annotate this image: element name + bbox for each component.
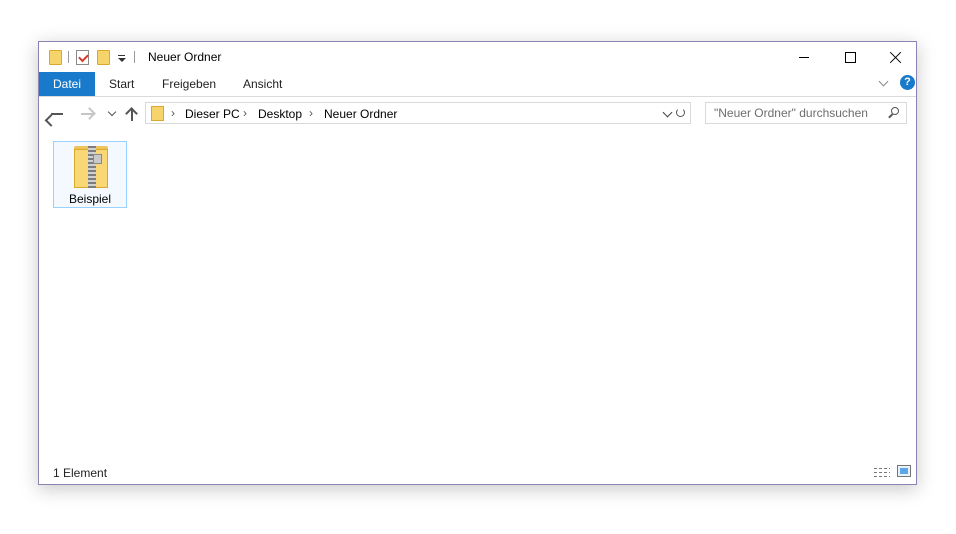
breadcrumb-dieser-pc[interactable]: Dieser PC <box>185 107 240 121</box>
navigation-bar: › Dieser PC › Desktop › Neuer Ordner <box>39 97 916 131</box>
item-count: 1 Element <box>53 466 108 480</box>
expand-ribbon-chevron-icon[interactable] <box>879 78 889 88</box>
customize-toolbar-dropdown-icon[interactable] <box>116 50 128 64</box>
file-item[interactable]: Beispiel <box>53 141 127 208</box>
help-icon[interactable]: ? <box>900 75 915 90</box>
address-bar[interactable]: › Dieser PC › Desktop › Neuer Ordner <box>145 102 691 124</box>
new-folder-icon[interactable] <box>97 49 110 65</box>
close-button[interactable] <box>873 42 919 72</box>
tab-start[interactable]: Start <box>109 72 134 96</box>
breadcrumb-separator[interactable]: › <box>171 106 175 120</box>
minimize-button[interactable] <box>781 42 827 72</box>
tab-datei[interactable]: Datei <box>39 72 95 96</box>
tab-freigeben[interactable]: Freigeben <box>162 72 216 96</box>
file-name: Beispiel <box>68 192 112 206</box>
recent-locations-button[interactable] <box>105 105 123 123</box>
tab-ansicht[interactable]: Ansicht <box>243 72 282 96</box>
folder-icon[interactable] <box>49 49 62 65</box>
toolbar-divider <box>134 51 135 63</box>
minimize-icon <box>799 56 809 58</box>
close-icon <box>890 51 902 63</box>
quick-access-toolbar <box>49 48 142 66</box>
back-button[interactable] <box>44 105 67 127</box>
refresh-icon <box>676 108 685 117</box>
title-bar: Neuer Ordner <box>39 42 916 72</box>
file-list-area[interactable]: Beispiel <box>39 131 916 462</box>
breadcrumb-neuer-ordner[interactable]: Neuer Ordner <box>324 107 397 121</box>
forward-button[interactable] <box>79 105 97 123</box>
toolbar-divider <box>68 51 69 63</box>
search-input[interactable] <box>706 103 892 123</box>
back-arrow-icon <box>51 113 63 115</box>
search-box[interactable] <box>705 102 907 124</box>
up-button[interactable] <box>123 105 141 123</box>
status-bar: 1 Element <box>39 462 916 484</box>
breadcrumb-separator[interactable]: › <box>309 106 313 120</box>
details-view-icon[interactable] <box>874 466 890 480</box>
breadcrumb-desktop[interactable]: Desktop <box>258 107 302 121</box>
folder-icon <box>151 106 164 121</box>
window-title: Neuer Ordner <box>148 50 222 64</box>
ribbon-tabs: Datei Start Freigeben Ansicht ? <box>39 72 916 97</box>
chevron-down-icon <box>107 107 117 117</box>
refresh-button[interactable] <box>673 102 691 124</box>
maximize-button[interactable] <box>827 42 873 72</box>
zip-folder-icon <box>74 146 110 188</box>
breadcrumb-separator[interactable]: › <box>243 106 247 120</box>
maximize-icon <box>844 51 856 63</box>
explorer-window: Neuer Ordner Datei Start Freigeben Ansic… <box>38 41 917 485</box>
properties-icon[interactable] <box>76 49 89 65</box>
search-icon[interactable] <box>891 107 899 115</box>
large-icons-view-icon[interactable] <box>897 465 911 477</box>
address-dropdown-chevron-icon[interactable] <box>662 107 673 118</box>
